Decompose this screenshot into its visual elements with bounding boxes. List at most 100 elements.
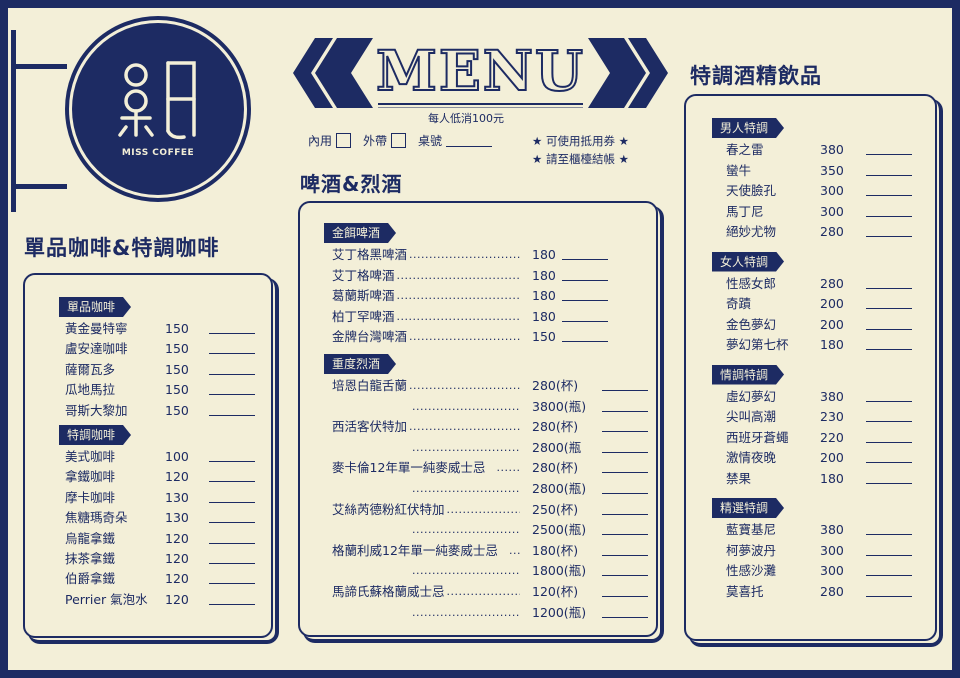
quantity-blank[interactable] xyxy=(866,287,912,289)
quantity-blank[interactable] xyxy=(209,522,255,524)
quantity-blank[interactable] xyxy=(866,575,912,576)
quantity-blank[interactable] xyxy=(209,414,255,416)
menu-item-price: 150 xyxy=(165,361,189,377)
quantity-blank[interactable] xyxy=(602,534,648,536)
quantity-blank[interactable] xyxy=(866,595,912,597)
quantity-blank[interactable] xyxy=(562,259,608,260)
menu-item-price: 300 xyxy=(820,542,844,558)
menu-item-price: 280(杯) xyxy=(532,419,579,435)
quantity-blank[interactable] xyxy=(209,501,255,503)
menu-item-price: 380 xyxy=(820,388,844,404)
quantity-blank[interactable] xyxy=(866,154,912,155)
quantity-blank[interactable] xyxy=(602,410,648,412)
quantity-blank[interactable] xyxy=(866,482,912,484)
quantity-blank[interactable] xyxy=(602,513,648,515)
section-tag: 特調咖啡 xyxy=(59,425,131,445)
quantity-blank[interactable] xyxy=(209,563,255,564)
quantity-blank[interactable] xyxy=(209,542,255,544)
quantity-blank[interactable] xyxy=(209,394,255,396)
menu-item-price: 200 xyxy=(820,450,844,465)
menu-item-price: 280(杯) xyxy=(532,378,579,393)
dot-leader: ........................................… xyxy=(509,543,520,557)
dot-leader: ........................................… xyxy=(409,330,520,344)
menu-item-name: 葛蘭斯啤酒 xyxy=(332,288,395,304)
menu-item-price: 280 xyxy=(820,275,844,291)
menu-item-price: 200 xyxy=(820,316,844,332)
menu-item-name: 柯夢波丹 xyxy=(726,542,777,558)
menu-item-price: 180 xyxy=(532,308,556,324)
dot-leader: ........................................… xyxy=(409,248,520,261)
logo-mark-icon xyxy=(118,61,196,140)
menu-item-price: 250(杯) xyxy=(532,501,579,517)
quantity-blank[interactable] xyxy=(866,441,912,443)
quantity-blank[interactable] xyxy=(866,534,912,535)
menu-item-price: 2800(瓶) xyxy=(532,481,587,496)
coffee-panel: 單品咖啡 黃金曼特寧 150 盧安達咖啡 150 薩爾瓦多 150 瓜地馬拉 150 哥斯大黎加 1… xyxy=(23,273,279,644)
menu-item-name: 馬丁尼 xyxy=(726,203,764,219)
quantity-blank[interactable] xyxy=(209,583,255,585)
quantity-blank[interactable] xyxy=(866,349,912,350)
quantity-blank[interactable] xyxy=(866,195,912,196)
quantity-blank[interactable] xyxy=(209,481,255,483)
quantity-blank[interactable] xyxy=(209,353,255,355)
quantity-blank[interactable] xyxy=(866,236,912,237)
takeout-checkbox[interactable] xyxy=(391,133,407,148)
quantity-blank[interactable] xyxy=(209,333,255,334)
quantity-blank[interactable] xyxy=(866,328,912,330)
quantity-blank[interactable] xyxy=(209,373,255,375)
menu-item-price: 150 xyxy=(532,329,556,345)
quantity-blank[interactable] xyxy=(866,554,912,556)
quantity-blank[interactable] xyxy=(602,554,648,556)
table-number-field[interactable] xyxy=(446,135,493,147)
quantity-blank[interactable] xyxy=(602,575,648,577)
quantity-blank[interactable] xyxy=(602,431,648,433)
quantity-blank[interactable] xyxy=(562,320,608,322)
menu-item-name: 抹茶拿鐵 xyxy=(65,551,116,566)
quantity-blank[interactable] xyxy=(866,421,912,422)
quantity-blank[interactable] xyxy=(602,596,648,597)
menu-item-price: 380 xyxy=(820,142,844,157)
menu-item-name: 盧安達咖啡 xyxy=(65,341,128,357)
quantity-blank[interactable] xyxy=(562,341,608,343)
menu-item-price: 350 xyxy=(820,162,844,178)
quantity-blank[interactable] xyxy=(866,462,912,463)
dine-in-checkbox[interactable] xyxy=(336,133,352,148)
menu-item-name: 拿鐵咖啡 xyxy=(65,469,116,485)
note-pay-counter: ★ 請至櫃檯結帳 ★ xyxy=(532,152,629,166)
menu-item-name: 夢幻第七杯 xyxy=(726,337,789,352)
menu-item-price: 180 xyxy=(820,470,844,486)
quantity-blank[interactable] xyxy=(602,493,648,494)
menu-item-price: 380 xyxy=(820,522,844,537)
menu-item-name: 艾絲芮德粉紅伏特加 xyxy=(332,501,445,517)
menu-item-price: 120(杯) xyxy=(532,584,579,599)
menu-item-price: 180 xyxy=(820,337,844,352)
quantity-blank[interactable] xyxy=(209,461,255,462)
menu-item-name: 尖叫高潮 xyxy=(726,409,777,424)
menu-item-name: 伯爵拿鐵 xyxy=(65,571,116,587)
quantity-blank[interactable] xyxy=(602,451,648,453)
menu-item-name: 禁果 xyxy=(726,470,752,486)
menu-item-name: 金牌台灣啤酒 xyxy=(332,329,408,345)
cocktail-panel: 男人特調 春之雷 380 蠻牛 350 天使臉孔 300 馬丁尼 300 絕妙尤物 280 女人特調性… xyxy=(684,94,943,647)
quantity-blank[interactable] xyxy=(562,300,608,302)
menu-item-price: 280 xyxy=(820,224,844,239)
quantity-blank[interactable] xyxy=(866,400,912,402)
menu-item-name: 艾丁格啤酒 xyxy=(332,267,395,283)
coffee-heading: 單品咖啡&特調咖啡 xyxy=(24,236,220,260)
quantity-blank[interactable] xyxy=(602,472,648,474)
menu-item-price: 150 xyxy=(165,341,189,357)
quantity-blank[interactable] xyxy=(866,308,912,309)
menu-item-name: 哥斯大黎加 xyxy=(65,402,128,418)
menu-item-price: 280(杯) xyxy=(532,460,579,476)
menu-item-price: 150 xyxy=(165,402,189,418)
menu-item-name: 激情夜晚 xyxy=(726,450,777,465)
quantity-blank[interactable] xyxy=(602,616,648,618)
section-tag: 男人特調 xyxy=(712,118,784,138)
quantity-blank[interactable] xyxy=(866,215,912,217)
menu-item-price: 180 xyxy=(532,288,556,304)
sign-bracket-arm xyxy=(11,64,67,69)
quantity-blank[interactable] xyxy=(602,390,648,391)
quantity-blank[interactable] xyxy=(209,603,255,605)
quantity-blank[interactable] xyxy=(562,279,608,281)
quantity-blank[interactable] xyxy=(866,174,912,176)
